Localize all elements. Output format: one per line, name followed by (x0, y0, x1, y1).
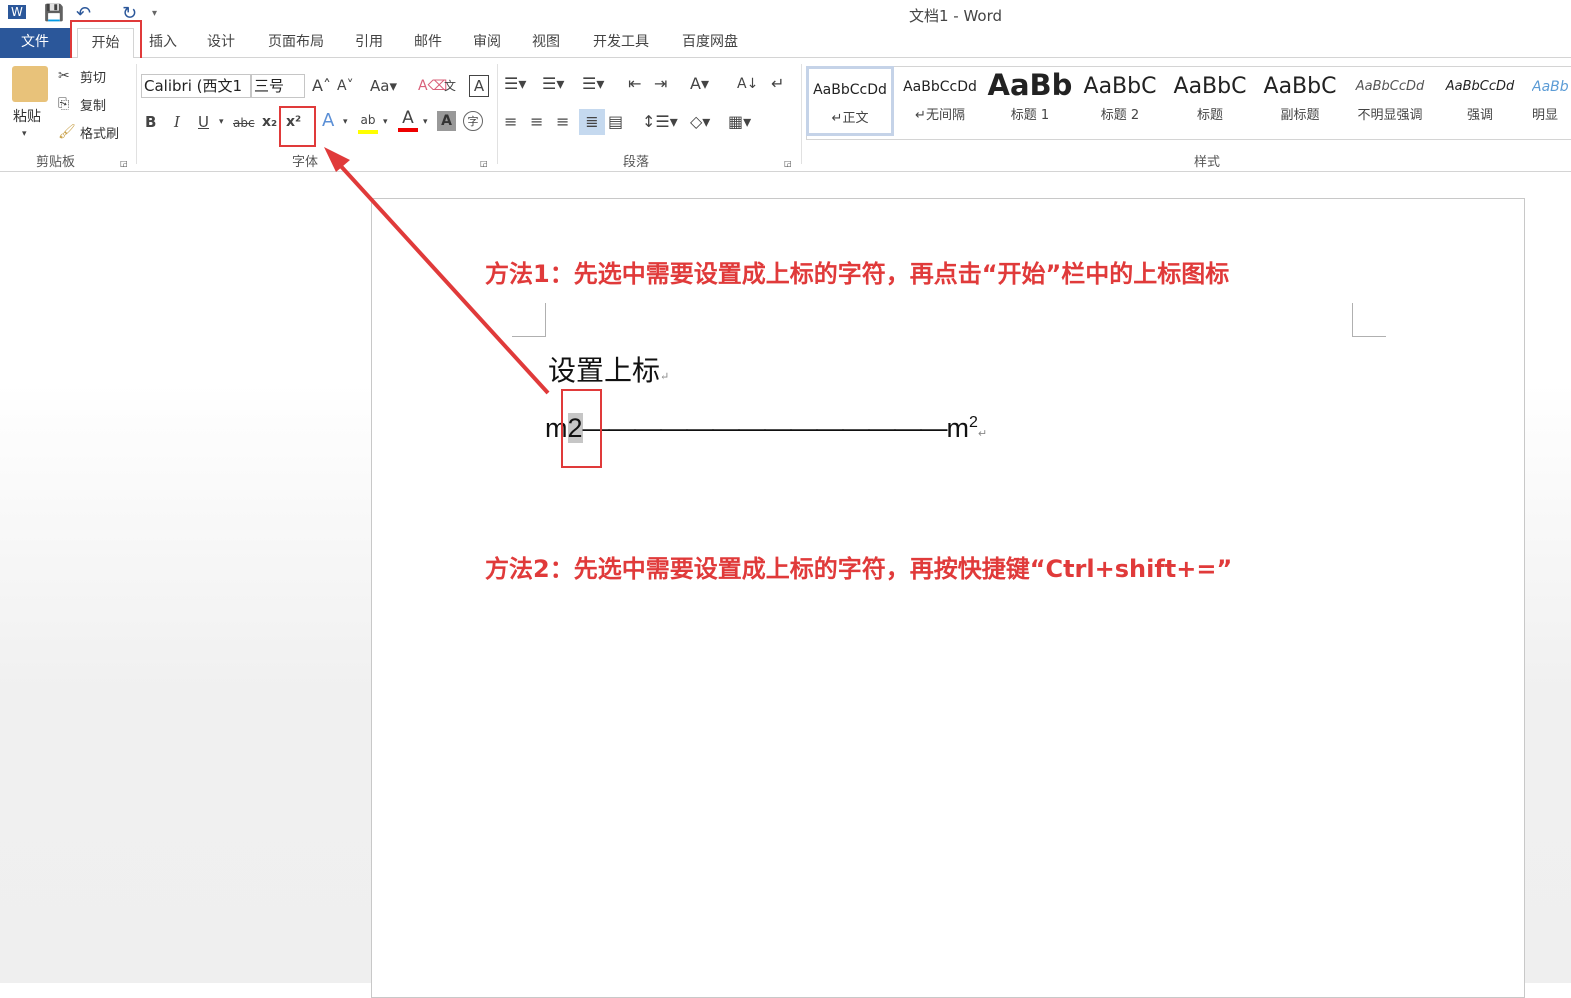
arrow-line (336, 161, 550, 395)
annotation-arrow (324, 147, 550, 395)
arrow-head-icon (324, 147, 350, 172)
